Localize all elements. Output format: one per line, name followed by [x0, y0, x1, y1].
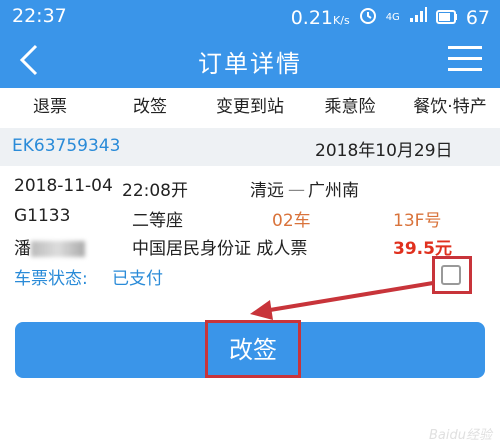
annotation-arrow — [250, 281, 434, 320]
watermark: Baidu经验 — [429, 428, 492, 443]
